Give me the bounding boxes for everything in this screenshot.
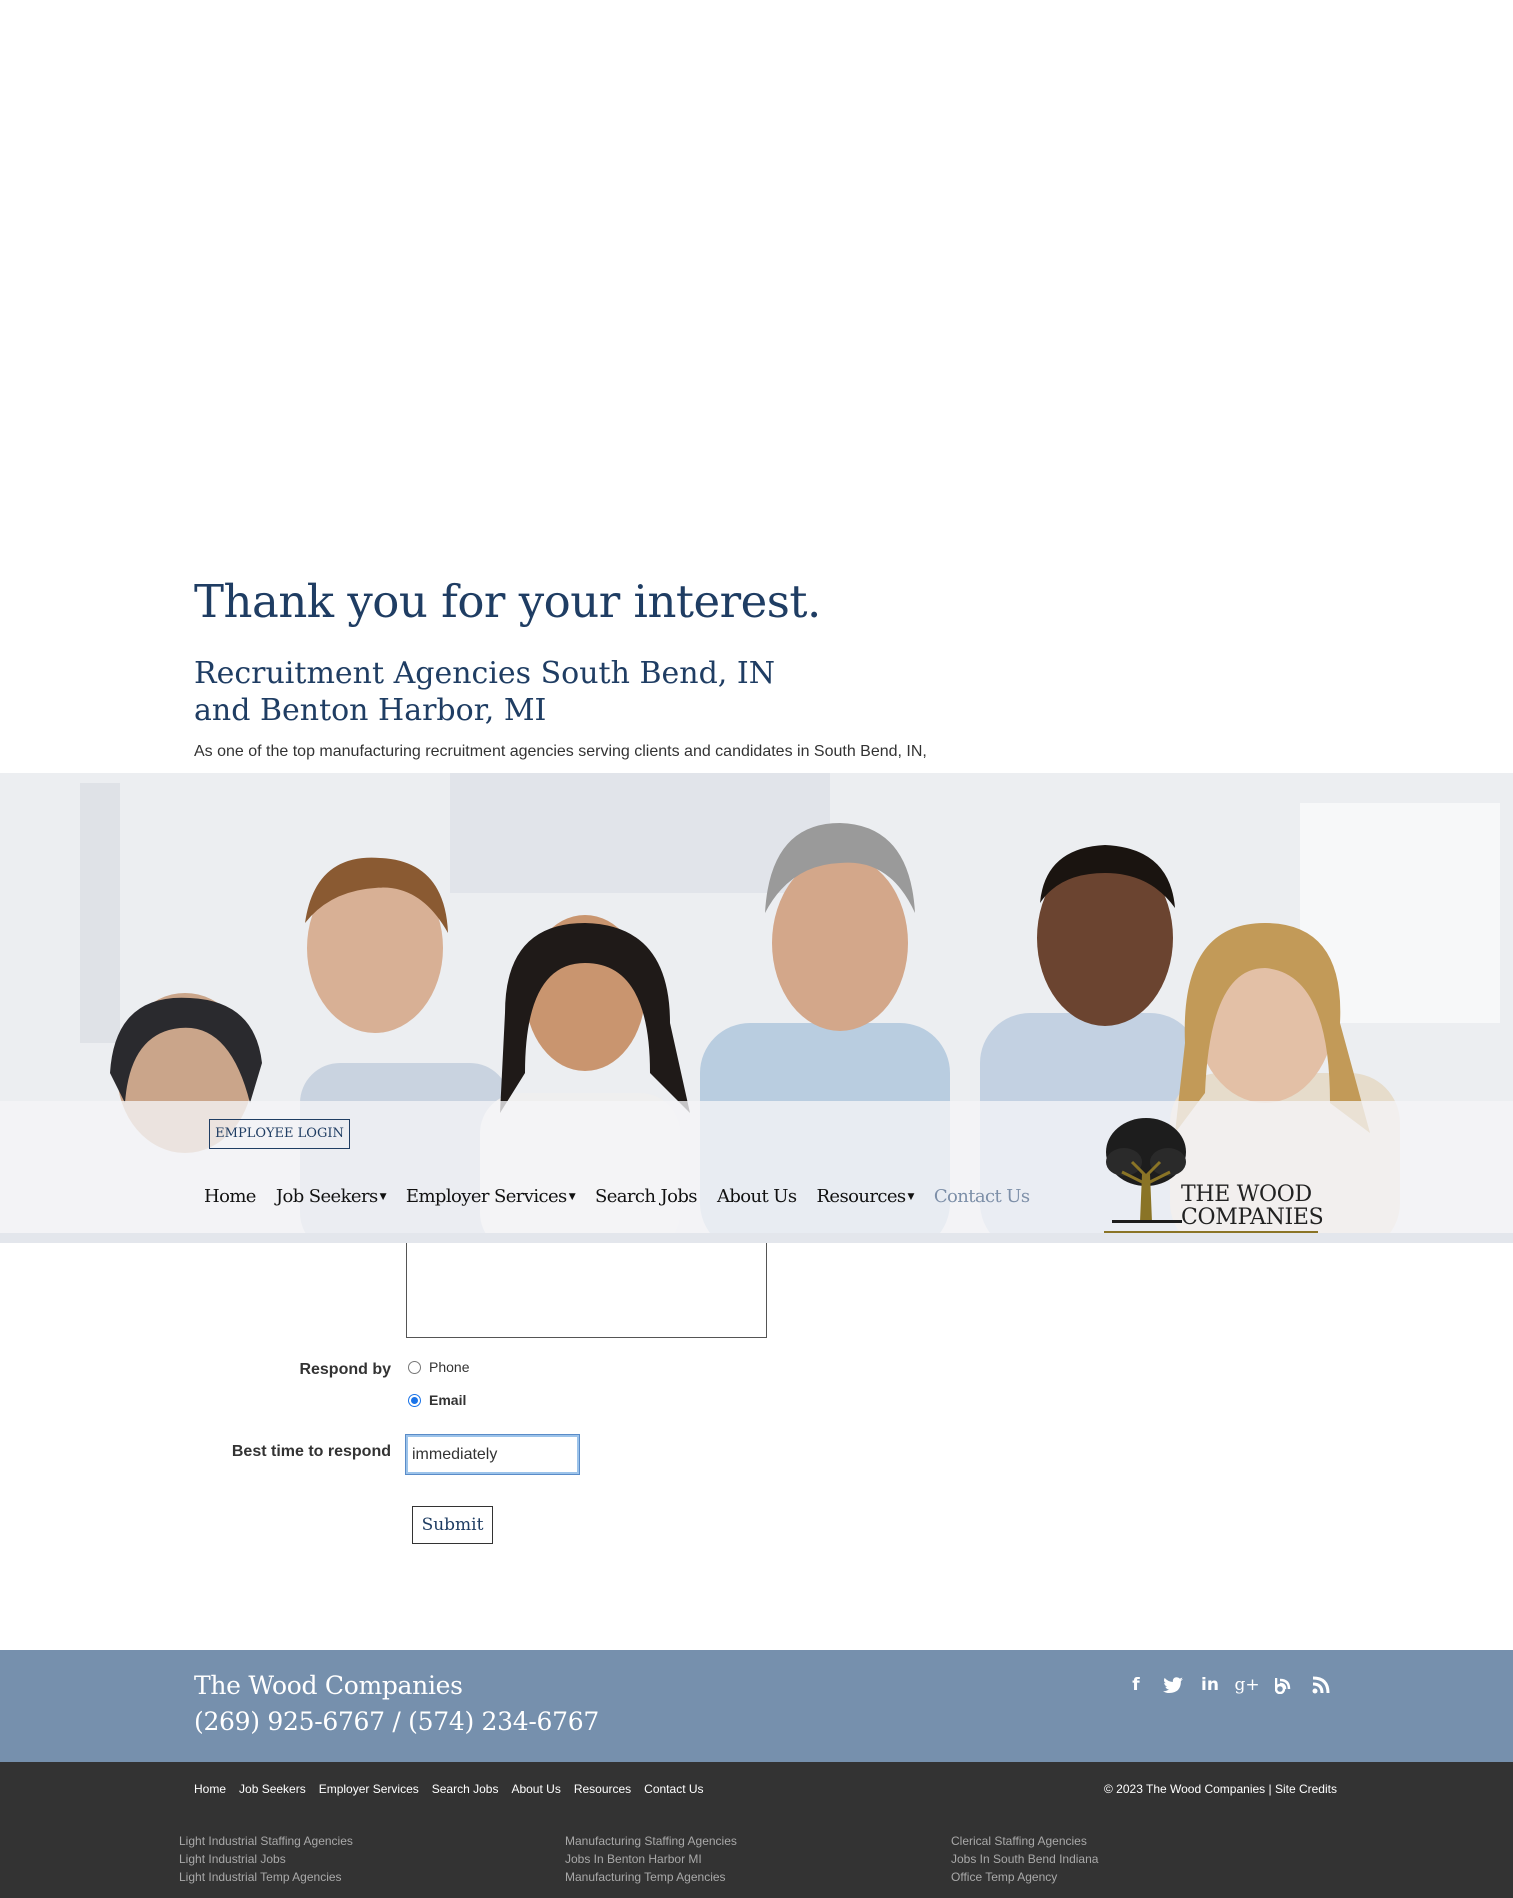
- footer-links: Home Job Seekers Employer Services Searc…: [0, 1762, 1513, 1898]
- respond-email-option[interactable]: Email: [408, 1392, 466, 1408]
- footer-contact: The Wood Companies (269) 925-6767 / (574…: [0, 1650, 1513, 1762]
- google-plus-icon[interactable]: g+: [1234, 1674, 1259, 1696]
- intro-paragraph: As one of the top manufacturing recruitm…: [194, 743, 927, 760]
- logo-text-line2: COMPANIES: [1181, 1205, 1324, 1230]
- footer-link[interactable]: Manufacturing Staffing Agencies: [565, 1832, 737, 1850]
- best-time-input[interactable]: [405, 1434, 580, 1475]
- nav-job-seekers[interactable]: Job Seekers ▼: [275, 1186, 387, 1207]
- phone-radio[interactable]: [408, 1360, 421, 1374]
- caret-down-icon: ▼: [379, 1191, 387, 1202]
- footer-link[interactable]: Jobs In Benton Harbor MI: [565, 1850, 737, 1868]
- footer-link[interactable]: Light Industrial Jobs: [179, 1850, 353, 1868]
- main-nav: Home Job Seekers ▼ Employer Services ▼ Sea…: [204, 1186, 1049, 1207]
- nav-divider: [0, 1233, 1513, 1243]
- footer-link[interactable]: Jobs In South Bend Indiana: [951, 1850, 1098, 1868]
- footer-nav-contact-us[interactable]: Contact Us: [644, 1782, 703, 1796]
- caret-down-icon: ▼: [568, 1191, 576, 1202]
- caret-down-icon: ▼: [907, 1191, 915, 1202]
- footer-link[interactable]: Light Industrial Temp Agencies: [179, 1868, 353, 1886]
- employee-login-button[interactable]: EMPLOYEE LOGIN: [209, 1119, 350, 1149]
- footer-column-3: Clerical Staffing Agencies Jobs In South…: [951, 1832, 1098, 1886]
- facebook-icon[interactable]: f: [1126, 1674, 1146, 1696]
- copyright-text: © 2023 The Wood Companies |: [1104, 1782, 1275, 1796]
- nav-search-jobs-label: Search Jobs: [595, 1186, 698, 1207]
- tree-icon: [1106, 1118, 1186, 1223]
- footer-nav-home[interactable]: Home: [194, 1782, 226, 1796]
- footer-nav: Home Job Seekers Employer Services Searc…: [194, 1782, 717, 1796]
- footer-column-1: Light Industrial Staffing Agencies Light…: [179, 1832, 353, 1886]
- nav-job-seekers-label: Job Seekers: [275, 1186, 378, 1207]
- footer-link[interactable]: Office Temp Agency: [951, 1868, 1098, 1886]
- copyright: © 2023 The Wood Companies | Site Credits: [1104, 1782, 1337, 1796]
- footer-phone: (269) 925-6767 / (574) 234-6767: [194, 1707, 599, 1736]
- footer-nav-employer-services[interactable]: Employer Services: [319, 1782, 419, 1796]
- page-subtitle: Recruitment Agencies South Bend, IN and …: [194, 656, 775, 728]
- nav-employer-services[interactable]: Employer Services ▼: [405, 1186, 576, 1207]
- company-logo[interactable]: THE WOOD COMPANIES: [1102, 1114, 1324, 1234]
- footer-column-2: Manufacturing Staffing Agencies Jobs In …: [565, 1832, 737, 1886]
- nav-search-jobs[interactable]: Search Jobs: [595, 1186, 698, 1207]
- phone-radio-label: Phone: [429, 1359, 470, 1375]
- footer-nav-about-us[interactable]: About Us: [511, 1782, 560, 1796]
- footer-link[interactable]: Clerical Staffing Agencies: [951, 1832, 1098, 1850]
- message-textarea[interactable]: [406, 1243, 767, 1338]
- email-radio[interactable]: [408, 1393, 421, 1407]
- footer-company-name: The Wood Companies: [194, 1671, 463, 1700]
- intro-section: Thank you for your interest. Recruitment…: [194, 575, 1094, 761]
- site-credits-link[interactable]: Site Credits: [1275, 1782, 1337, 1796]
- linkedin-icon[interactable]: in: [1200, 1674, 1220, 1696]
- logo-underline: [1104, 1231, 1318, 1233]
- rss-icon[interactable]: [1311, 1674, 1331, 1696]
- nav-about-us[interactable]: About Us: [717, 1186, 797, 1207]
- footer-link[interactable]: Manufacturing Temp Agencies: [565, 1868, 737, 1886]
- footer-link[interactable]: Light Industrial Staffing Agencies: [179, 1832, 353, 1850]
- submit-button[interactable]: Submit: [412, 1506, 493, 1544]
- nav-contact-us-label: Contact Us: [933, 1186, 1030, 1207]
- nav-resources-label: Resources: [816, 1186, 906, 1207]
- nav-home-label: Home: [204, 1186, 256, 1207]
- footer-nav-resources[interactable]: Resources: [574, 1782, 631, 1796]
- nav-home[interactable]: Home: [204, 1186, 256, 1207]
- footer-nav-search-jobs[interactable]: Search Jobs: [432, 1782, 499, 1796]
- email-radio-label: Email: [429, 1392, 467, 1408]
- nav-contact-us[interactable]: Contact Us: [934, 1186, 1030, 1207]
- nav-employer-services-label: Employer Services: [405, 1186, 567, 1207]
- page-title: Thank you for your interest.: [194, 575, 821, 628]
- footer-nav-job-seekers[interactable]: Job Seekers: [239, 1782, 306, 1796]
- best-time-label: Best time to respond: [231, 1443, 391, 1460]
- twitter-icon[interactable]: [1163, 1674, 1183, 1696]
- social-links: f in g+: [1126, 1674, 1331, 1696]
- blog-icon[interactable]: [1274, 1674, 1294, 1696]
- nav-resources[interactable]: Resources ▼: [816, 1186, 915, 1207]
- nav-about-us-label: About Us: [716, 1186, 797, 1207]
- respond-phone-option[interactable]: Phone: [408, 1359, 469, 1375]
- logo-text-line1: THE WOOD: [1181, 1182, 1312, 1207]
- respond-by-label: Respond by: [299, 1361, 391, 1378]
